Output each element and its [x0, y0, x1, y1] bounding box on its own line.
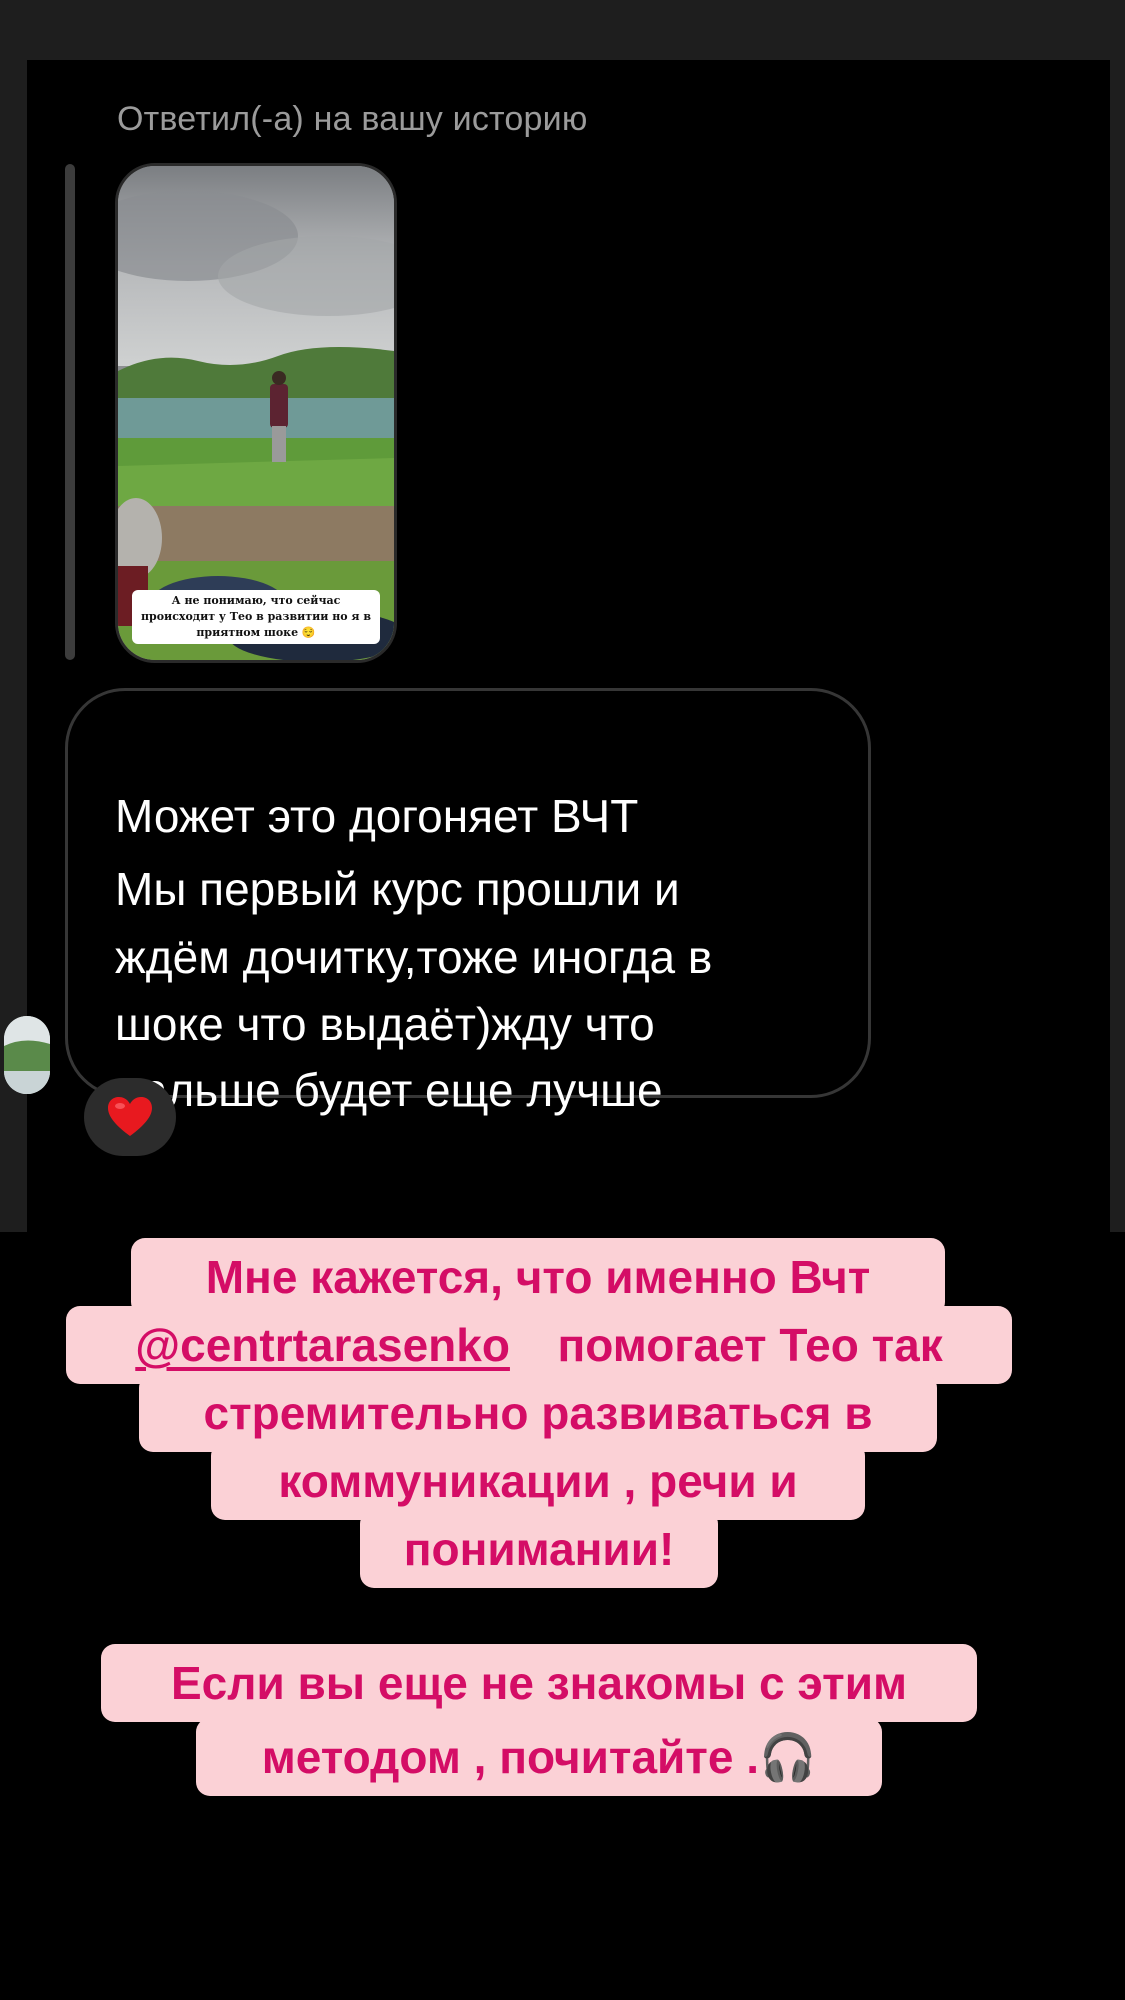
avatar-photo-image: [4, 1016, 50, 1094]
heart-reaction-badge[interactable]: [84, 1078, 176, 1156]
story-caption-text: А не понимаю, что сейчас происходит у Те…: [132, 590, 380, 644]
overlay-text-line: Если вы еще не знакомы с этим: [101, 1644, 977, 1722]
red-heart-reaction-icon: [108, 1097, 152, 1136]
message-line: Мы первый курс прошли и: [115, 863, 680, 915]
overlay-text-line: стремительно развиваться в: [139, 1374, 937, 1452]
overlay-text-line: коммуникации , речи и: [211, 1442, 865, 1520]
overlay-text-line: методом , почитайте .🎧: [196, 1718, 882, 1796]
story-thumbnail[interactable]: А не понимаю, что сейчас происходит у Те…: [115, 163, 397, 663]
message-line: дальше будет еще лучше: [115, 1064, 663, 1116]
overlay-text-line: Мне кажется, что именно Вчт: [131, 1238, 945, 1316]
overlay-text-line: понимании!: [360, 1510, 718, 1588]
sender-avatar[interactable]: [4, 1016, 50, 1094]
overlay-text-line-mention: @centrtarasenko помогает Тео так: [66, 1306, 1012, 1384]
message-line: шоке что выдаёт)жду что: [115, 998, 655, 1050]
message-line: Может это догоняет ВЧТ: [115, 790, 639, 842]
overlay-text-fragment: помогает Тео так: [557, 1319, 943, 1371]
story-reply-header: Ответил(-а) на вашу историю: [117, 100, 588, 138]
right-frame-gutter: [1110, 60, 1125, 1232]
message-line: ждём дочитку,тоже иногда в: [115, 931, 713, 983]
reply-indicator-bar: [65, 164, 75, 660]
top-frame-band: [0, 0, 1125, 60]
centrtarasenko-mention-link[interactable]: @centrtarasenko: [135, 1319, 510, 1371]
story-photo-image: [118, 166, 394, 660]
